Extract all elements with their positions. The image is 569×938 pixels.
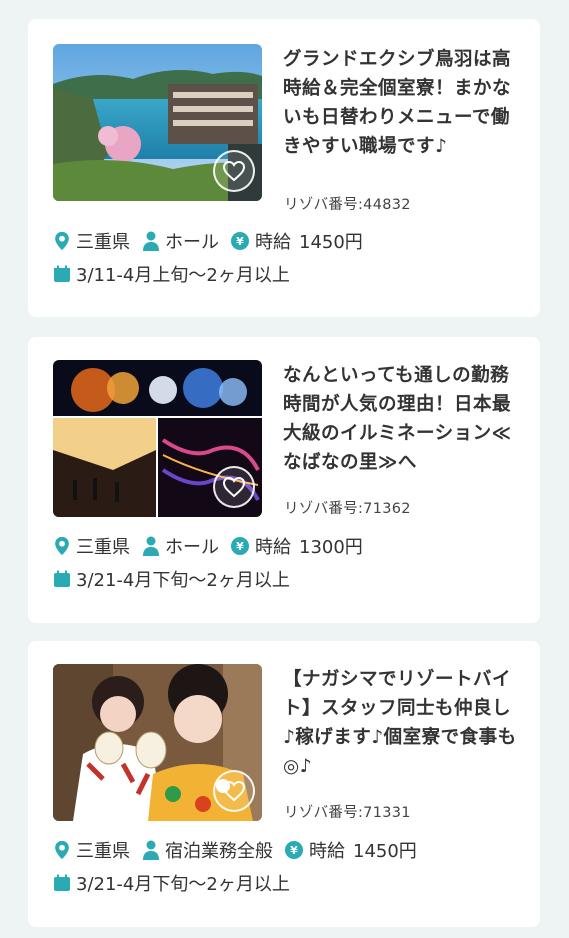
location: 三重県 xyxy=(53,228,130,254)
calendar-icon xyxy=(53,264,71,284)
yen-icon: ¥ xyxy=(231,537,249,555)
pay-amount: 1450円 xyxy=(353,841,417,862)
job-card[interactable]: グランドエクシブ鳥羽は高時給＆完全個室寮！まかないも日替わりメニューで働きやすい… xyxy=(28,19,540,317)
job-title[interactable]: なんといっても通しの勤務時間が人気の理由！日本最大級のイルミネーション≪なばなの… xyxy=(283,361,517,477)
job-period: 3/21-4月下旬～2ヶ月以上 xyxy=(53,870,290,896)
job-type: 宿泊業務全般 xyxy=(142,837,273,863)
person-icon xyxy=(142,231,160,251)
job-thumbnail[interactable] xyxy=(53,664,262,821)
job-title[interactable]: グランドエクシブ鳥羽は高時給＆完全個室寮！まかないも日替わりメニューで働きやすい… xyxy=(283,45,517,161)
yen-icon: ¥ xyxy=(285,841,303,859)
job-type-text: ホール xyxy=(165,537,219,558)
job-period: 3/21-4月下旬～2ヶ月以上 xyxy=(53,566,290,592)
pay-amount: 1300円 xyxy=(299,537,363,558)
yen-icon: ¥ xyxy=(231,232,249,250)
job-meta: 三重県 ホール ¥ 時給 1450円 xyxy=(53,228,375,254)
job-title[interactable]: 【ナガシマでリゾートバイト】スタッフ同士も仲良し♪稼げます♪個室寮で食事も◎♪ xyxy=(283,665,517,781)
heart-icon xyxy=(222,160,246,182)
job-type: ホール xyxy=(142,228,219,254)
location-text: 三重県 xyxy=(76,537,130,558)
job-type: ホール xyxy=(142,533,219,559)
pay-amount: 1450円 xyxy=(299,232,363,253)
location-text: 三重県 xyxy=(76,841,130,862)
map-pin-icon xyxy=(53,840,71,860)
job-card[interactable]: なんといっても通しの勤務時間が人気の理由！日本最大級のイルミネーション≪なばなの… xyxy=(28,337,540,623)
job-card[interactable]: 【ナガシマでリゾートバイト】スタッフ同士も仲良し♪稼げます♪個室寮で食事も◎♪ … xyxy=(28,641,540,927)
period-text: 3/11-4月上旬～2ヶ月以上 xyxy=(76,265,290,286)
job-thumbnail[interactable] xyxy=(53,44,262,201)
heart-icon xyxy=(222,476,246,498)
person-icon xyxy=(142,840,160,860)
job-type-text: 宿泊業務全般 xyxy=(165,841,273,862)
job-meta: 三重県 宿泊業務全般 ¥ 時給 1450円 xyxy=(53,837,429,863)
period-text: 3/21-4月下旬～2ヶ月以上 xyxy=(76,874,290,895)
rizoba-number: リゾバ番号:71331 xyxy=(284,805,411,821)
pay-label: 時給 xyxy=(309,841,345,862)
favorite-button[interactable] xyxy=(213,466,255,508)
calendar-icon xyxy=(53,569,71,589)
pay: ¥ 時給 1450円 xyxy=(285,837,417,863)
job-thumbnail[interactable] xyxy=(53,360,262,517)
favorite-button[interactable] xyxy=(213,770,255,812)
heart-icon xyxy=(222,780,246,802)
location: 三重県 xyxy=(53,837,130,863)
map-pin-icon xyxy=(53,536,71,556)
rizoba-number: リゾバ番号:71362 xyxy=(284,501,411,517)
job-period: 3/11-4月上旬～2ヶ月以上 xyxy=(53,261,290,287)
job-type-text: ホール xyxy=(165,232,219,253)
pay: ¥ 時給 1300円 xyxy=(231,533,363,559)
rizoba-number: リゾバ番号:44832 xyxy=(284,197,411,213)
calendar-icon xyxy=(53,873,71,893)
map-pin-icon xyxy=(53,231,71,251)
pay: ¥ 時給 1450円 xyxy=(231,228,363,254)
job-list: グランドエクシブ鳥羽は高時給＆完全個室寮！まかないも日替わりメニューで働きやすい… xyxy=(0,0,569,938)
pay-label: 時給 xyxy=(255,232,291,253)
location-text: 三重県 xyxy=(76,232,130,253)
person-icon xyxy=(142,536,160,556)
pay-label: 時給 xyxy=(255,537,291,558)
period-text: 3/21-4月下旬～2ヶ月以上 xyxy=(76,570,290,591)
location: 三重県 xyxy=(53,533,130,559)
job-meta: 三重県 ホール ¥ 時給 1300円 xyxy=(53,533,375,559)
favorite-button[interactable] xyxy=(213,150,255,192)
